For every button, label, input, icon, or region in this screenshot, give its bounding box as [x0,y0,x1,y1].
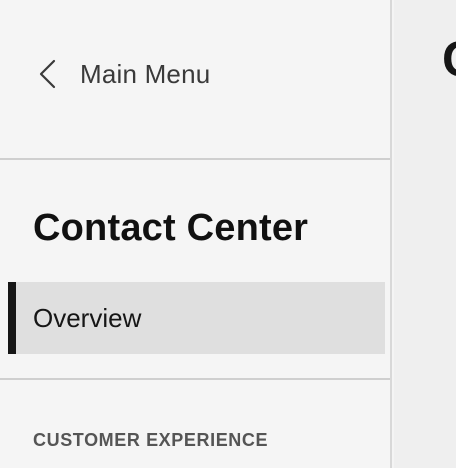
section-title: Contact Center [33,207,309,249]
main-content: C [394,0,456,468]
sidebar: Main Menu Contact Center Overview CUSTOM… [0,0,392,468]
chevron-left-icon [36,58,58,90]
page-title: C [442,30,456,88]
main-menu-back-link[interactable]: Main Menu [36,56,210,92]
group-heading-customer-experience: CUSTOMER EXPERIENCE [33,430,269,450]
sidebar-item-overview[interactable]: Overview [8,282,385,354]
sidebar-divider [0,158,390,160]
sidebar-item-label: Overview [33,302,142,333]
sidebar-divider [0,378,390,380]
main-menu-label: Main Menu [80,58,211,89]
